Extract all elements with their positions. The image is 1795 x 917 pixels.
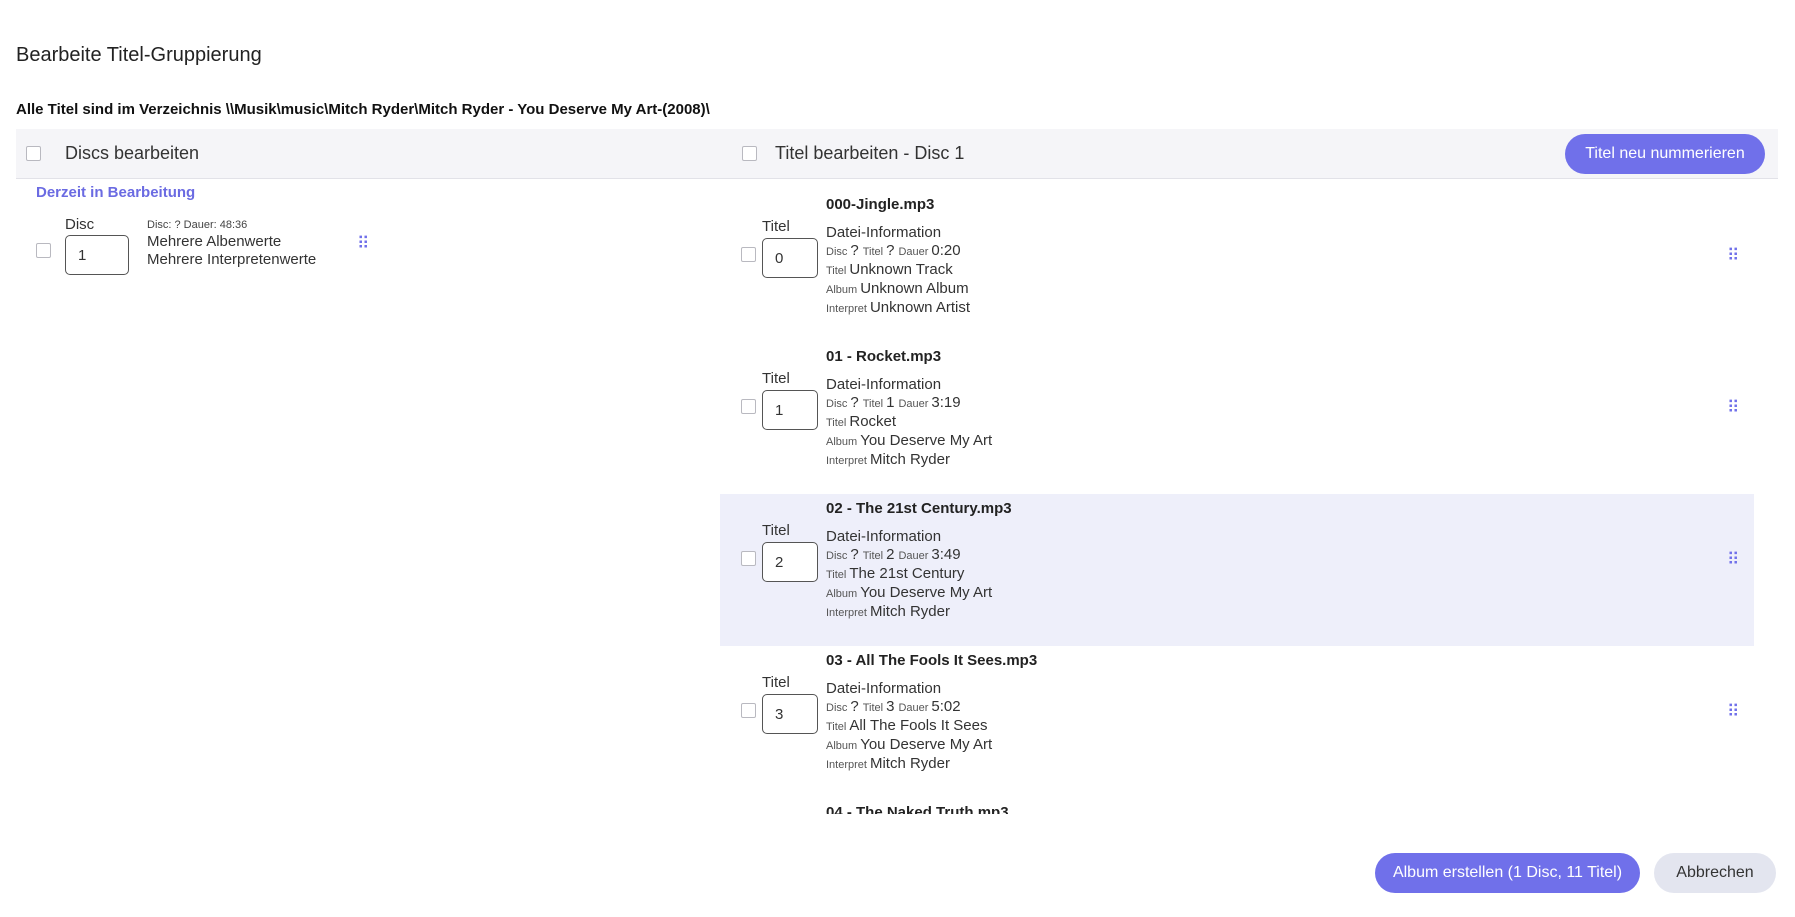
file-info-artist: Interpret Mitch Ryder <box>826 451 950 468</box>
track-row[interactable]: 01 - Rocket.mp3 Titel Datei-InformationDis… <box>720 342 1754 494</box>
file-info-album: Album You Deserve My Art <box>826 736 993 753</box>
track-drag-handle-icon[interactable]: ⠿ <box>1727 399 1739 416</box>
track-number-input[interactable] <box>762 694 818 734</box>
disc-label: Disc <box>65 216 95 233</box>
disc-meta: Disc: ? Dauer: 48:36 <box>147 219 248 231</box>
track-file-info: Datei-Information Disc? Titel 1 Dauer 3:19 Tit… <box>826 376 996 470</box>
track-checkbox[interactable] <box>741 703 756 718</box>
track-number-label: Titel <box>762 218 790 235</box>
track-number-input[interactable] <box>762 238 818 278</box>
track-row[interactable]: 000-Jingle.mp3 Titel Datei-InformationDisc… <box>720 190 1754 342</box>
file-info-label: Datei-Information <box>826 224 942 241</box>
track-file-info: Datei-Information Disc? Titel 3 Dauer 5:02 Tit… <box>826 680 996 774</box>
file-info-numbers: Disc? Titel 3 Dauer 5:02 <box>826 698 961 715</box>
track-file-name: 03 - All The Fools It Sees.mp3 <box>826 652 1038 669</box>
disc-checkbox[interactable] <box>36 243 51 258</box>
track-list: 000-Jingle.mp3TitelDatei-InformationDisc… <box>720 190 1754 814</box>
file-info-album: Album You Deserve My Art <box>826 432 993 449</box>
file-info-label: Datei-Information <box>826 680 942 697</box>
track-row[interactable]: 04 - The Naked Truth.mp3 <box>720 798 1754 814</box>
file-info-artist: Interpret Mitch Ryder <box>826 603 950 620</box>
track-drag-handle-icon[interactable]: ⠿ <box>1727 551 1739 568</box>
file-info-title: Titel The 21st Century <box>826 565 965 582</box>
renumber-tracks-button[interactable]: Titel neu nummerieren <box>1565 134 1765 174</box>
track-checkbox[interactable] <box>741 551 756 566</box>
track-checkbox[interactable] <box>741 399 756 414</box>
disc-row: Disc Disc: ? Dauer: 48:36 Mehrere Albenw… <box>36 214 376 284</box>
disc-number-input[interactable] <box>65 235 129 275</box>
file-info-label: Datei-Information <box>826 528 942 545</box>
track-number-label: Titel <box>762 370 790 387</box>
track-file-name: 000-Jingle.mp3 <box>826 196 935 213</box>
file-info-artist: Interpret Unknown Artist <box>826 299 971 316</box>
select-all-discs-checkbox[interactable] <box>26 146 41 161</box>
file-info-title: Titel All The Fools It Sees <box>826 717 988 734</box>
file-info-numbers: Disc? Titel 1 Dauer 3:19 <box>826 394 961 411</box>
file-info-numbers: Disc? Titel? Dauer 0:20 <box>826 242 961 259</box>
track-file-name: 02 - The 21st Century.mp3 <box>826 500 1012 517</box>
file-info-album: Album You Deserve My Art <box>826 584 993 601</box>
track-file-info: Datei-Information Disc? Titel 2 Dauer 3:49 Tit… <box>826 528 996 622</box>
discs-header: Discs bearbeiten <box>65 143 200 163</box>
track-drag-handle-icon[interactable]: ⠿ <box>1727 703 1739 720</box>
create-album-button[interactable]: Album erstellen (1 Disc, 11 Titel) <box>1375 853 1640 893</box>
file-info-title: Titel Rocket <box>826 413 897 430</box>
file-info-label: Datei-Information <box>826 376 942 393</box>
directory-info: Alle Titel sind im Verzeichnis \\Musik\m… <box>16 101 710 118</box>
track-file-info: Datei-Information Disc? Titel? Dauer 0:20 Tit… <box>826 224 974 318</box>
track-number-label: Titel <box>762 522 790 539</box>
dialog-title: Bearbeite Titel-Gruppierung <box>16 44 262 66</box>
disc-drag-handle-icon[interactable]: ⠿ <box>357 235 369 252</box>
file-info-album: Album Unknown Album <box>826 280 969 297</box>
track-file-name: 01 - Rocket.mp3 <box>826 348 942 365</box>
track-number-input[interactable] <box>762 542 818 582</box>
track-drag-handle-icon[interactable]: ⠿ <box>1727 247 1739 264</box>
file-info-title: Titel Unknown Track <box>826 261 953 278</box>
track-number-label: Titel <box>762 674 790 691</box>
disc-artist-values: Mehrere Interpretenwerte <box>147 251 317 268</box>
track-number-input[interactable] <box>762 390 818 430</box>
tracks-header: Titel bearbeiten - Disc 1 <box>775 143 965 163</box>
file-info-numbers: Disc? Titel 2 Dauer 3:49 <box>826 546 961 563</box>
cancel-button[interactable]: Abbrechen <box>1654 853 1776 893</box>
disc-album-values: Mehrere Albenwerte <box>147 233 282 250</box>
header-bar: Discs bearbeiten Titel bearbeiten - Disc… <box>16 129 1778 179</box>
track-row[interactable]: 03 - All The Fools It Sees.mp3 Titel Datei… <box>720 646 1754 798</box>
select-all-tracks-checkbox[interactable] <box>742 146 757 161</box>
track-file-name: 04 - The Naked Truth.mp3 <box>826 804 1009 814</box>
track-row[interactable]: 02 - The 21st Century.mp3 Titel Datei-Info… <box>720 494 1754 646</box>
file-info-artist: Interpret Mitch Ryder <box>826 755 950 772</box>
current-editing-label: Derzeit in Bearbeitung <box>36 184 196 201</box>
track-checkbox[interactable] <box>741 247 756 262</box>
